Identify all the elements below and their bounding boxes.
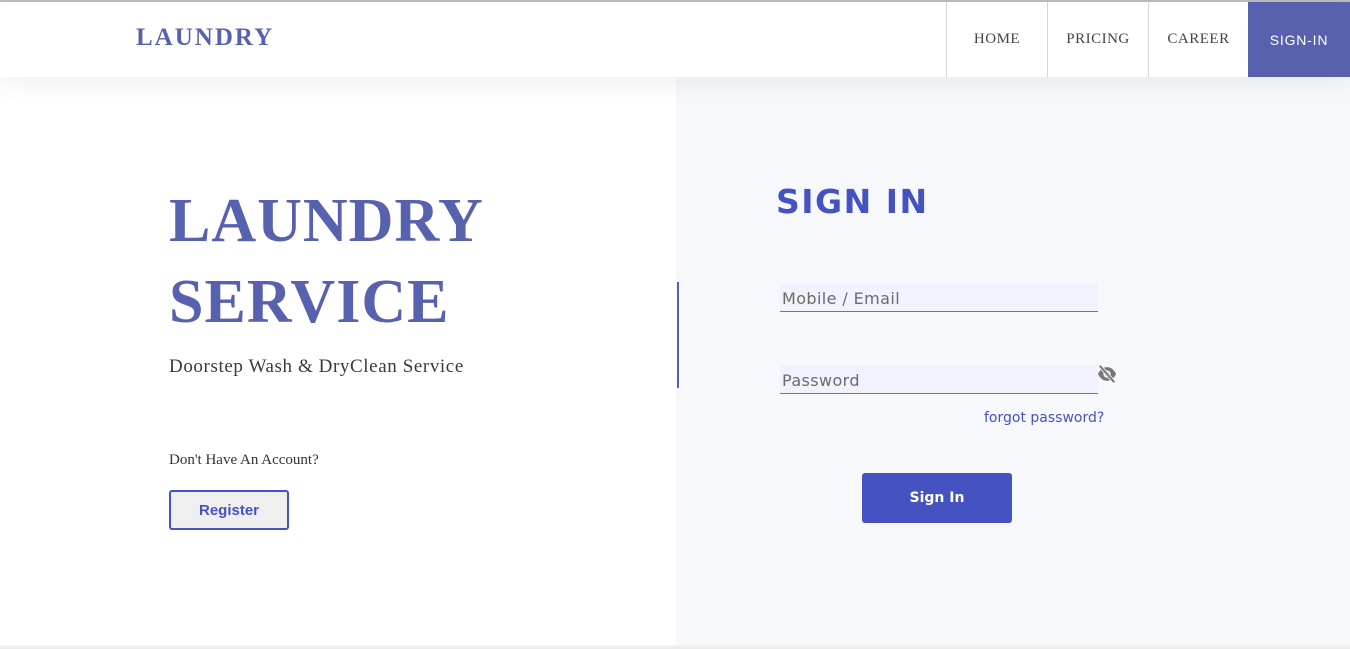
- nav-pricing[interactable]: PRICING: [1047, 2, 1148, 77]
- vertical-divider: [677, 282, 679, 388]
- hero-subtitle: Doorstep Wash & DryClean Service: [169, 356, 464, 377]
- bottom-edge: [0, 645, 1350, 649]
- sign-in-button[interactable]: Sign In: [862, 473, 1012, 523]
- nav-career[interactable]: CAREER: [1148, 2, 1248, 77]
- hero-title-line-1: LAUNDRY: [169, 187, 484, 255]
- account-prompt: Don't Have An Account?: [169, 452, 319, 468]
- nav-sign-in[interactable]: SIGN-IN: [1248, 2, 1350, 77]
- forgot-password-link[interactable]: forgot password?: [984, 410, 1104, 426]
- mobile-email-input[interactable]: [780, 283, 1098, 312]
- hero-title-line-2: SERVICE: [169, 268, 450, 336]
- brand-logo[interactable]: LAUNDRY: [136, 24, 274, 52]
- password-input[interactable]: [780, 365, 1098, 394]
- sign-in-heading: SIGN IN: [776, 182, 929, 221]
- register-button[interactable]: Register: [169, 490, 289, 530]
- nav-home[interactable]: HOME: [946, 2, 1047, 77]
- eye-slash-icon[interactable]: [1096, 364, 1118, 384]
- sign-in-panel: [676, 77, 1350, 649]
- hero-title: LAUNDRY SERVICE: [169, 181, 589, 343]
- navbar: LAUNDRY HOME PRICING CAREER SIGN-IN: [0, 2, 1350, 77]
